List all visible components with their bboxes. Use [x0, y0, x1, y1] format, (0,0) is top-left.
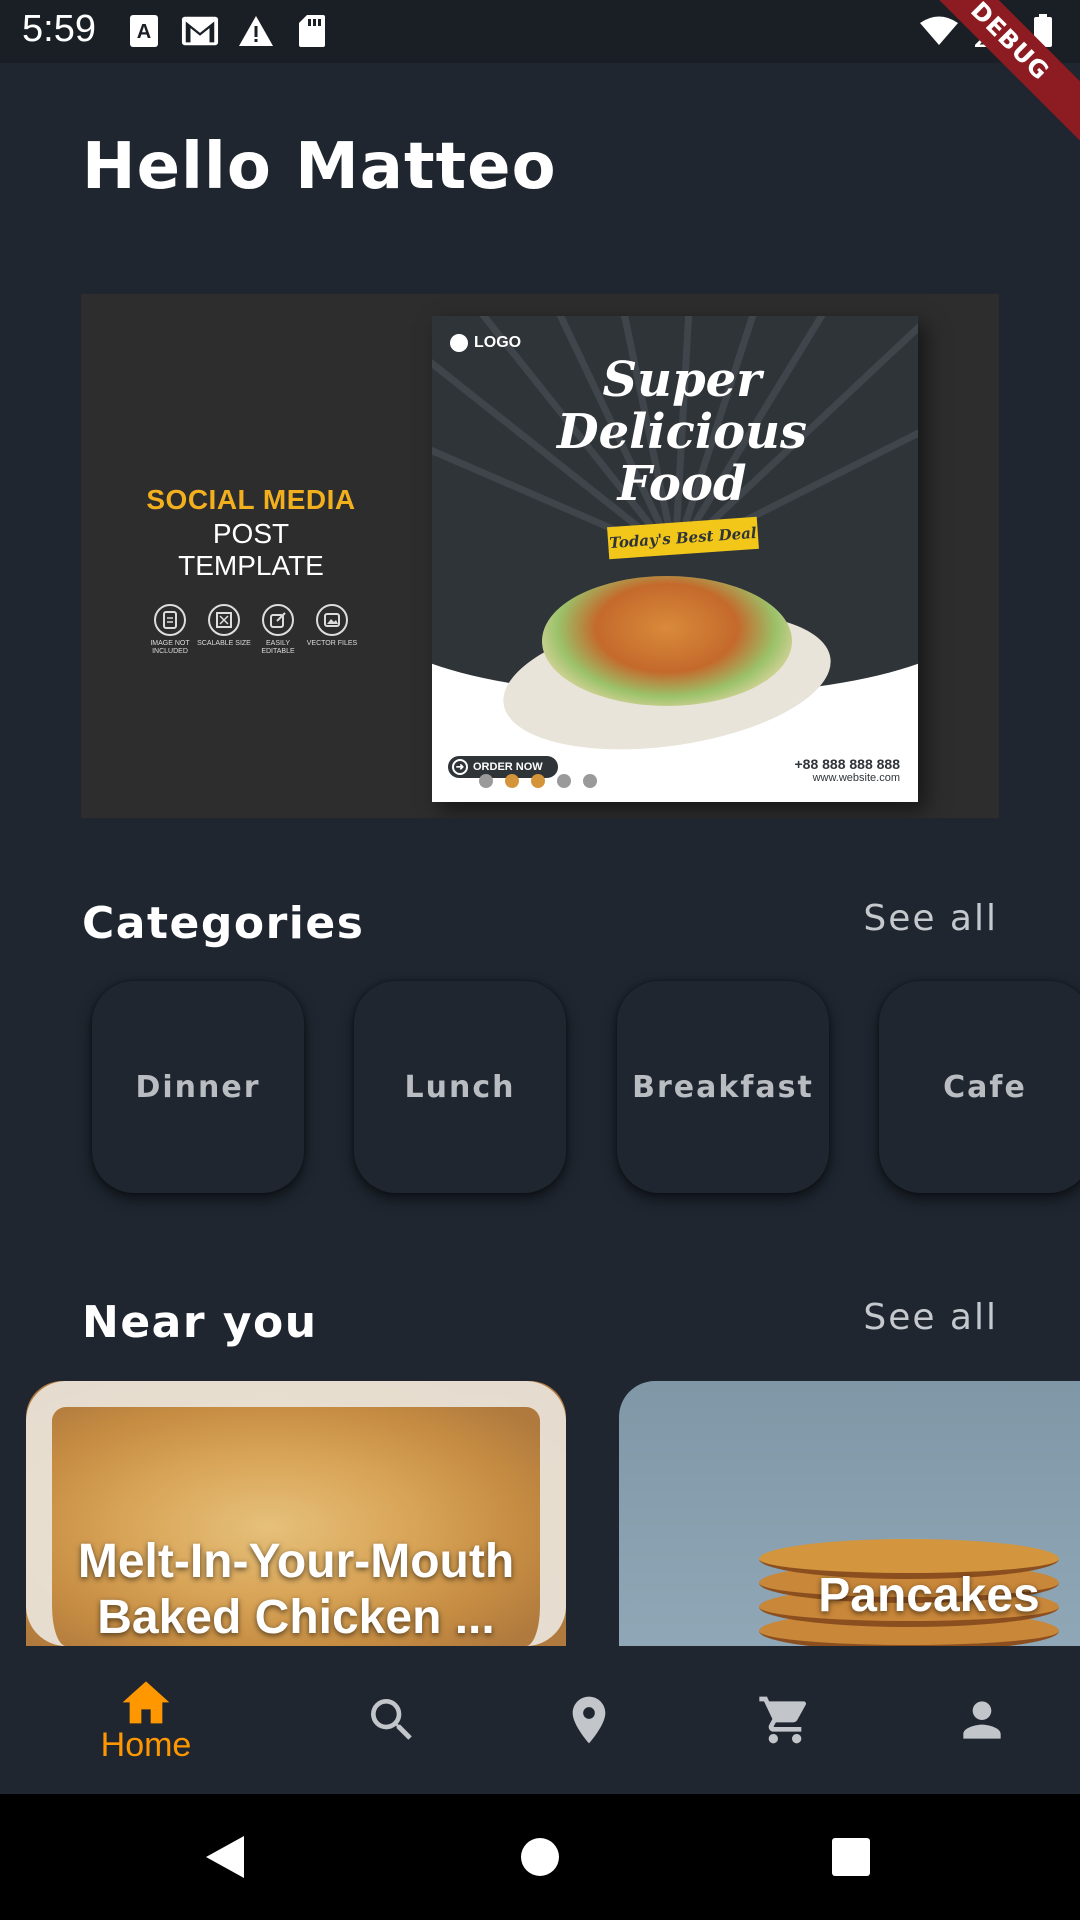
- person-icon: [963, 1701, 1001, 1739]
- food-image: [542, 576, 792, 706]
- category-label: Lunch: [404, 1069, 516, 1105]
- document-icon: [154, 604, 186, 636]
- poster-contact: +88 888 888 888 www.website.com: [795, 756, 901, 784]
- category-card-cafe[interactable]: Cafe: [879, 981, 1080, 1193]
- back-icon[interactable]: [200, 1832, 250, 1882]
- food-poster-image: LOGO Super Delicious Food Today's Best D…: [432, 316, 918, 802]
- feature-label: SCALABLE SIZE: [197, 640, 251, 647]
- carousel-dot[interactable]: [583, 774, 597, 788]
- bottom-navigation-bar: Home: [0, 1646, 1080, 1794]
- near-you-title: Near you: [82, 1297, 318, 1348]
- scale-icon: [208, 604, 240, 636]
- home-circle-icon[interactable]: [515, 1832, 565, 1882]
- status-bar: 5:59 A: [0, 0, 1080, 63]
- recipe-card-title: Melt-In-Your-Mouth Baked Chicken ...: [77, 1535, 515, 1644]
- recipe-card-baked-chicken[interactable]: Melt-In-Your-Mouth Baked Chicken ...: [26, 1381, 566, 1646]
- wifi-icon: [920, 12, 958, 50]
- recipe-card-pancakes[interactable]: Pancakes: [619, 1381, 1080, 1646]
- image-icon: [316, 604, 348, 636]
- feature-item: EASILY EDITABLE: [261, 604, 295, 656]
- category-label: Dinner: [135, 1069, 261, 1105]
- carousel-indicator: [479, 774, 597, 788]
- category-card-breakfast[interactable]: Breakfast: [617, 981, 829, 1193]
- nav-home[interactable]: Home: [38, 1646, 254, 1794]
- cart-icon: [759, 1696, 807, 1744]
- recents-icon[interactable]: [826, 1832, 876, 1882]
- nav-search[interactable]: [284, 1646, 500, 1794]
- categories-see-all-link[interactable]: See all: [863, 898, 998, 939]
- poster-title-line: Super: [602, 352, 762, 408]
- system-navigation-bar: [0, 1794, 1080, 1920]
- poster-title-line: Delicious: [556, 404, 808, 460]
- poster-title: Super Delicious Food: [552, 354, 812, 510]
- font-icon: A: [125, 12, 163, 50]
- nav-location[interactable]: [481, 1646, 697, 1794]
- logo-icon: [450, 334, 468, 352]
- status-time: 5:59: [22, 8, 96, 50]
- carousel-dot[interactable]: [479, 774, 493, 788]
- banner-features: IMAGE NOT INCLUDED SCALABLE SIZE EASILY …: [141, 604, 361, 656]
- category-label: Cafe: [943, 1069, 1027, 1105]
- search-icon: [371, 1699, 412, 1740]
- location-pin-icon: [572, 1696, 606, 1744]
- poster-website: www.website.com: [812, 772, 900, 784]
- edit-icon: [262, 604, 294, 636]
- svg-text:A: A: [137, 21, 151, 43]
- warning-icon: [237, 12, 275, 50]
- carousel-dot-active[interactable]: [505, 774, 519, 788]
- sd-card-icon: [293, 12, 331, 50]
- banner-left-text: SOCIAL MEDIA POST TEMPLATE IMAGE NOT INC…: [141, 484, 361, 656]
- gmail-icon: [181, 12, 219, 50]
- arrow-right-icon: ➜: [452, 759, 468, 775]
- nav-home-label: Home: [100, 1725, 192, 1764]
- order-label: ORDER NOW: [473, 761, 543, 773]
- feature-label: EASILY EDITABLE: [261, 640, 295, 655]
- feature-item: SCALABLE SIZE: [197, 604, 251, 656]
- poster-phone: +88 888 888 888: [794, 756, 901, 772]
- poster-title-line: Food: [617, 456, 747, 512]
- category-label: Breakfast: [632, 1069, 814, 1105]
- greeting-title: Hello Matteo: [82, 130, 557, 204]
- category-card-lunch[interactable]: Lunch: [354, 981, 566, 1193]
- nav-cart[interactable]: [677, 1646, 893, 1794]
- nav-profile[interactable]: [874, 1646, 1080, 1794]
- feature-label: VECTOR FILES: [306, 640, 358, 647]
- home-icon: [122, 1680, 170, 1723]
- feature-item: IMAGE NOT INCLUDED: [150, 604, 190, 656]
- promo-banner-carousel[interactable]: SOCIAL MEDIA POST TEMPLATE IMAGE NOT INC…: [81, 294, 999, 818]
- categories-title: Categories: [82, 898, 365, 949]
- poster-logo: LOGO: [450, 334, 521, 352]
- feature-label: IMAGE NOT INCLUDED: [150, 640, 190, 655]
- feature-item: VECTOR FILES: [307, 604, 357, 656]
- notification-icons: A: [125, 12, 331, 50]
- category-card-dinner[interactable]: Dinner: [92, 981, 304, 1193]
- near-you-see-all-link[interactable]: See all: [863, 1297, 998, 1338]
- carousel-dot-active[interactable]: [531, 774, 545, 788]
- carousel-dot[interactable]: [557, 774, 571, 788]
- recipe-card-title: Pancakes: [818, 1569, 1040, 1622]
- banner-subheading: POST TEMPLATE: [178, 518, 324, 581]
- near-you-list: Melt-In-Your-Mouth Baked Chicken ... Pan…: [0, 1381, 1080, 1646]
- banner-heading: SOCIAL MEDIA: [146, 484, 356, 515]
- categories-list: Dinner Lunch Breakfast Cafe: [0, 981, 1080, 1193]
- poster-logo-text: LOGO: [474, 334, 522, 351]
